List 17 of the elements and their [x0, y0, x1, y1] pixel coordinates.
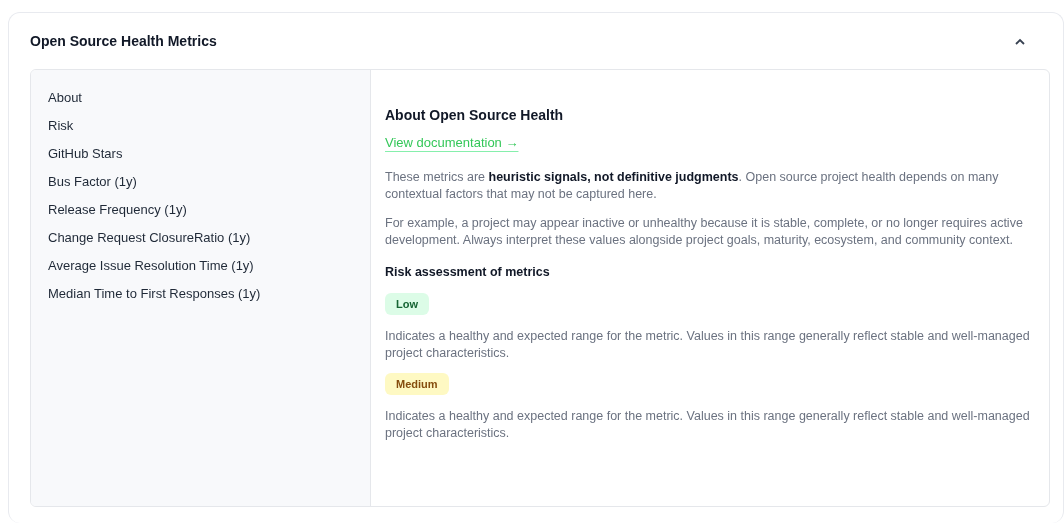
- sidebar-item[interactable]: Change Request ClosureRatio (1y): [48, 224, 251, 252]
- sidebar-item[interactable]: About: [48, 84, 82, 112]
- subheading: Risk assessment of metrics: [385, 264, 551, 281]
- sidebar-item[interactable]: Average Issue Resolution Time (1y): [48, 252, 254, 280]
- sidebar-item[interactable]: Release Frequency (1y): [48, 196, 187, 224]
- sidebar-item[interactable]: Risk: [48, 112, 74, 140]
- risk-description: Indicates a healthy and expected range for the metric. Values in this range generally reflect stable and well-managed project characteristics.: [385, 407, 1031, 442]
- sidebar-item[interactable]: Median Time to First Responses (1y): [48, 280, 261, 308]
- paragraph: These metrics are heuristic signals, not definitive judgments. Open source project health depends on many contextual factors that may not be captured here.: [385, 169, 1000, 203]
- sidebar-item[interactable]: Bus Factor (1y): [48, 168, 137, 196]
- content-heading: About Open Source Health: [385, 106, 565, 124]
- sidebar-item[interactable]: GitHub Stars: [48, 140, 123, 168]
- section-title: Open Source Health Metrics: [30, 31, 217, 51]
- risk-badge: Medium: [385, 372, 449, 395]
- risk-badge: Low: [385, 292, 429, 315]
- paragraph: For example, a project may appear inactive or unhealthy because it is stable, complete, or no longer requires active development. Always interpret these values alongside project goals, maturity, ecosystem, and community context.: [385, 215, 1024, 249]
- risk-description: Indicates a healthy and expected range for the metric. Values in this range generally reflect stable and well-managed project characteristics.: [385, 327, 1031, 362]
